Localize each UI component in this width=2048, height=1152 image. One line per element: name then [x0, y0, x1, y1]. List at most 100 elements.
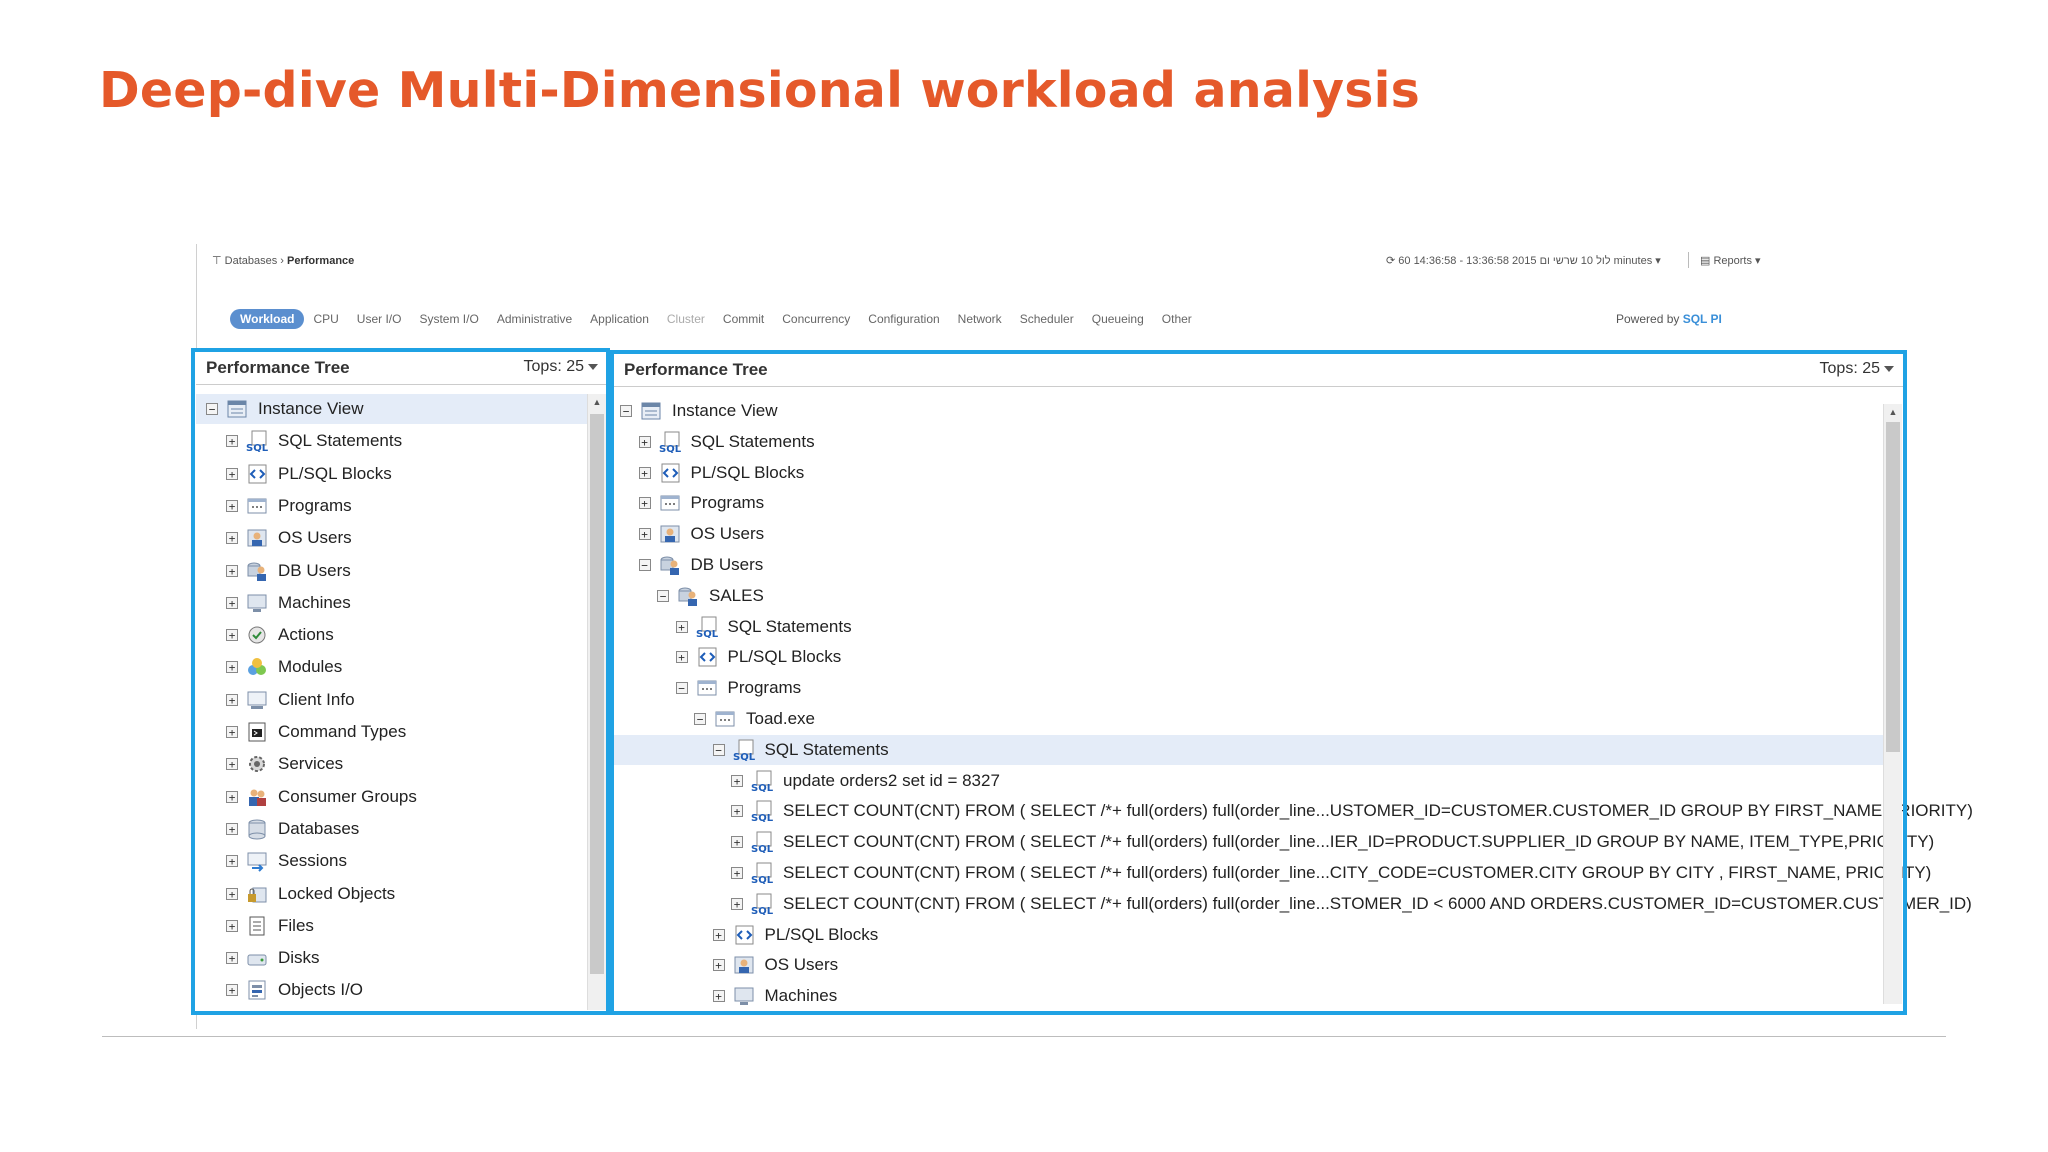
- expand-icon[interactable]: +: [731, 774, 743, 787]
- collapse-icon[interactable]: −: [712, 743, 725, 756]
- expand-icon[interactable]: +: [226, 919, 238, 932]
- tree-node-sql-statements[interactable]: + SQL SQL Statements: [196, 426, 588, 456]
- tree-node-pl-sql-blocks[interactable]: + PL/SQL Blocks: [614, 642, 1884, 672]
- reports-button[interactable]: ▤ Reports ▾: [1700, 254, 1761, 267]
- tree-node-client-info[interactable]: + Client Info: [196, 685, 588, 715]
- tree-node-pl-sql-blocks[interactable]: + PL/SQL Blocks: [196, 459, 588, 489]
- collapse-icon[interactable]: −: [206, 403, 218, 415]
- scroll-thumb[interactable]: [1886, 422, 1900, 752]
- tree-node-pl-sql-blocks[interactable]: + PL/SQL Blocks: [614, 458, 1884, 488]
- tab-user-i-o[interactable]: User I/O: [348, 312, 411, 326]
- expand-icon[interactable]: +: [731, 867, 743, 879]
- tree-node-programs[interactable]: + Programs: [614, 488, 1884, 518]
- expand-icon[interactable]: +: [731, 805, 743, 818]
- vertical-scrollbar[interactable]: ▲: [587, 394, 606, 1010]
- scroll-up-icon[interactable]: ▲: [588, 394, 606, 410]
- expand-icon[interactable]: +: [226, 855, 238, 868]
- expand-icon[interactable]: +: [712, 928, 725, 941]
- expand-icon[interactable]: +: [638, 466, 651, 479]
- expand-icon[interactable]: +: [226, 790, 238, 803]
- tree-node-programs[interactable]: − Programs: [614, 673, 1884, 703]
- expand-icon[interactable]: +: [638, 528, 651, 541]
- tree-node-select-count-cnt-from-select-full-orders[interactable]: + SQL SELECT COUNT(CNT) FROM ( SELECT /*+ …: [614, 796, 1973, 826]
- tree-node-instance-view[interactable]: − Instance View: [614, 396, 1884, 426]
- tops-selector[interactable]: Tops: 25: [1820, 360, 1894, 378]
- tab-system-i-o[interactable]: System I/O: [410, 312, 487, 326]
- collapse-icon[interactable]: −: [694, 713, 706, 725]
- expand-icon[interactable]: +: [712, 990, 725, 1003]
- breadcrumb-databases[interactable]: Databases: [225, 255, 278, 267]
- expand-icon[interactable]: +: [675, 620, 688, 633]
- expand-icon[interactable]: +: [226, 952, 238, 965]
- expand-icon[interactable]: +: [712, 959, 725, 972]
- tree-node-os-users[interactable]: + OS Users: [614, 950, 1884, 980]
- scroll-thumb[interactable]: [590, 414, 604, 974]
- collapse-icon[interactable]: −: [675, 682, 688, 695]
- tree-node-machines[interactable]: + Machines: [196, 588, 588, 618]
- expand-icon[interactable]: +: [226, 629, 238, 642]
- expand-icon[interactable]: +: [226, 822, 238, 835]
- tab-scheduler[interactable]: Scheduler: [1011, 312, 1083, 326]
- tree-node-sql-statements[interactable]: + SQL SQL Statements: [614, 427, 1884, 457]
- tab-application[interactable]: Application: [581, 312, 658, 326]
- tree-node-databases[interactable]: + Databases: [196, 814, 588, 844]
- tree-node-select-count-cnt-from-select-full-orders[interactable]: + SQL SELECT COUNT(CNT) FROM ( SELECT /*+ …: [614, 858, 1931, 888]
- tree-node-db-users[interactable]: + DB Users: [196, 556, 588, 586]
- tree-node-select-count-cnt-from-select-full-orders[interactable]: + SQL SELECT COUNT(CNT) FROM ( SELECT /*+ …: [614, 889, 1972, 919]
- tree-node-locked-objects[interactable]: + Locked Objects: [196, 879, 588, 909]
- tree-node-select-count-cnt-from-select-full-orders[interactable]: + SQL SELECT COUNT(CNT) FROM ( SELECT /*+ …: [614, 827, 1934, 857]
- expand-icon[interactable]: +: [226, 758, 238, 771]
- expand-icon[interactable]: +: [226, 726, 238, 738]
- tree-node-os-users[interactable]: + OS Users: [614, 519, 1884, 549]
- tree-node-sales[interactable]: − SALES: [614, 581, 1884, 611]
- tree-node-os-users[interactable]: + OS Users: [196, 523, 588, 553]
- expand-icon[interactable]: +: [226, 596, 238, 609]
- tree-node-command-types[interactable]: + Command Types: [196, 717, 588, 747]
- tab-configuration[interactable]: Configuration: [859, 312, 948, 326]
- tree-node-pl-sql-blocks[interactable]: + PL/SQL Blocks: [614, 920, 1884, 950]
- tree-node-programs[interactable]: + Programs: [196, 491, 588, 521]
- vertical-scrollbar[interactable]: ▲: [1883, 404, 1902, 1004]
- collapse-icon[interactable]: −: [620, 405, 632, 417]
- expand-icon[interactable]: +: [226, 435, 238, 448]
- tree-node-sessions[interactable]: + Sessions: [196, 846, 588, 876]
- tab-cpu[interactable]: CPU: [304, 312, 347, 326]
- tree-node-objects-i-o[interactable]: + Objects I/O: [196, 975, 588, 1005]
- expand-icon[interactable]: +: [226, 887, 238, 900]
- tab-queueing[interactable]: Queueing: [1083, 312, 1153, 326]
- tree-node-actions[interactable]: + Actions: [196, 620, 588, 650]
- tab-concurrency[interactable]: Concurrency: [773, 312, 859, 326]
- tree-node-sql-statements[interactable]: − SQL SQL Statements: [614, 734, 1884, 765]
- expand-icon[interactable]: +: [731, 897, 743, 910]
- expand-icon[interactable]: +: [226, 499, 238, 512]
- expand-icon[interactable]: +: [226, 984, 238, 997]
- tree-node-sql-statements[interactable]: + SQL SQL Statements: [614, 612, 1884, 642]
- tab-other[interactable]: Other: [1153, 312, 1201, 326]
- expand-icon[interactable]: +: [226, 467, 238, 480]
- time-range-selector[interactable]: ⟳ 60 14:36:58 - 13:36:58 2015 לול 10 שרש…: [1386, 254, 1661, 267]
- tree-node-disks[interactable]: + Disks: [196, 943, 588, 973]
- expand-icon[interactable]: +: [226, 693, 238, 706]
- tab-administrative[interactable]: Administrative: [488, 312, 581, 326]
- tab-commit[interactable]: Commit: [714, 312, 773, 326]
- expand-icon[interactable]: +: [638, 497, 651, 510]
- tab-cluster[interactable]: Cluster: [658, 312, 714, 326]
- expand-icon[interactable]: +: [638, 435, 651, 448]
- tops-selector[interactable]: Tops: 25: [524, 358, 598, 376]
- tree-node-machines[interactable]: + Machines: [614, 981, 1884, 1011]
- tree-node-update-orders2-set-id-8327[interactable]: + SQL update orders2 set id = 8327: [614, 766, 1884, 796]
- tree-node-toad-exe[interactable]: − Toad.exe: [614, 704, 1884, 734]
- tree-node-files[interactable]: + Files: [196, 911, 588, 941]
- expand-icon[interactable]: +: [675, 651, 688, 664]
- collapse-icon[interactable]: −: [657, 589, 669, 602]
- tree-node-consumer-groups[interactable]: + Consumer Groups: [196, 782, 588, 812]
- expand-icon[interactable]: +: [731, 836, 743, 849]
- expand-icon[interactable]: +: [226, 564, 238, 577]
- scroll-up-icon[interactable]: ▲: [1884, 404, 1902, 420]
- expand-icon[interactable]: +: [226, 532, 238, 545]
- tree-node-db-users[interactable]: − DB Users: [614, 550, 1884, 580]
- expand-icon[interactable]: +: [226, 661, 238, 674]
- tree-node-instance-view[interactable]: − Instance View: [196, 394, 588, 424]
- tree-node-modules[interactable]: + Modules: [196, 652, 588, 682]
- tab-network[interactable]: Network: [949, 312, 1011, 326]
